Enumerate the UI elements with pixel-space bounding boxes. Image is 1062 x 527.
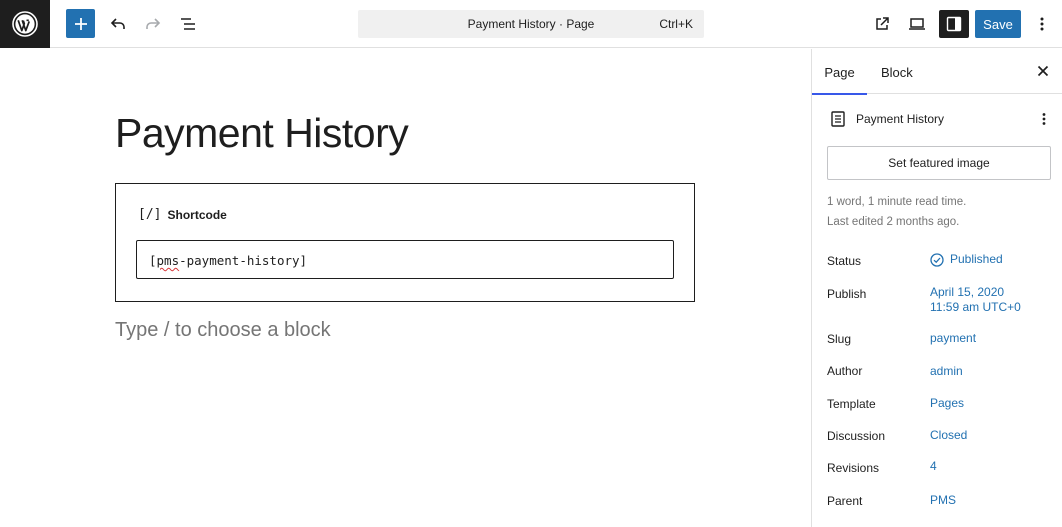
last-edited-text: Last edited 2 months ago. (827, 216, 960, 228)
shortcode-block-header: [/] Shortcode (138, 207, 227, 222)
published-check-icon (930, 252, 944, 267)
editor-header: Payment History · Page Ctrl+K Save (0, 0, 1062, 48)
status-label: Status (827, 254, 862, 268)
document-summary: Payment History (827, 109, 1052, 129)
tab-page[interactable]: Page (812, 49, 867, 95)
undo-icon (110, 18, 125, 29)
discussion-label: Discussion (827, 429, 886, 443)
template-label: Template (827, 397, 876, 411)
status-value-button[interactable]: Published (930, 252, 1003, 267)
status-value: Published (950, 252, 1003, 266)
preview-button[interactable] (901, 8, 933, 40)
shortcode-block[interactable]: [/] Shortcode [pms-payment-history] (115, 183, 695, 302)
slug-label: Slug (827, 332, 852, 346)
publish-label: Publish (827, 287, 867, 301)
template-value[interactable]: Pages (930, 396, 964, 411)
settings-sidebar: Page Block Payment History Set featured … (811, 49, 1062, 527)
shortcode-icon: [/] (138, 207, 162, 222)
shortcode-value-suffix: -payment-history] (179, 253, 308, 268)
set-featured-image-button[interactable]: Set featured image (827, 146, 1051, 180)
undo-button[interactable] (102, 8, 134, 40)
revisions-value[interactable]: 4 (930, 459, 937, 474)
close-sidebar-button[interactable] (1035, 63, 1051, 79)
document-actions-button[interactable] (1036, 109, 1052, 129)
block-appender-placeholder[interactable]: Type / to choose a block (115, 319, 331, 342)
list-view-button[interactable] (172, 8, 204, 40)
wordpress-logo-icon[interactable] (0, 0, 50, 48)
document-title: Payment History · Page (467, 17, 595, 31)
list-view-icon (181, 18, 195, 30)
settings-toggle-button[interactable] (939, 10, 969, 38)
view-page-button[interactable] (866, 8, 898, 40)
author-value[interactable]: admin (930, 364, 963, 379)
save-button[interactable]: Save (975, 10, 1021, 38)
options-button[interactable] (1027, 8, 1057, 40)
more-vertical-icon (1042, 113, 1046, 125)
shortcode-block-label: Shortcode (167, 207, 227, 222)
add-block-button[interactable] (66, 9, 95, 38)
sidebar-tabs: Page Block (812, 49, 1062, 95)
discussion-value[interactable]: Closed (930, 428, 967, 443)
post-title[interactable]: Payment History (115, 109, 409, 157)
shortcode-value-misspelled: pms (156, 253, 180, 268)
parent-value[interactable]: PMS (930, 493, 956, 508)
page-icon (831, 111, 845, 127)
sidebar-toggle-icon (946, 16, 962, 32)
document-title-label: Payment History (856, 112, 945, 126)
redo-button[interactable] (137, 8, 169, 40)
tab-block[interactable]: Block (881, 49, 913, 94)
read-time-text: 1 word, 1 minute read time. (827, 196, 967, 208)
close-icon (1037, 65, 1049, 77)
laptop-icon (909, 18, 925, 30)
publish-time: 11:59 am UTC+0 (930, 300, 1021, 314)
publish-date-button[interactable]: April 15, 2020 11:59 am UTC+0 (930, 285, 1021, 315)
editor-canvas: Payment History [/] Shortcode [pms-payme… (0, 49, 811, 527)
slug-value[interactable]: payment (930, 331, 976, 346)
more-vertical-icon (1040, 17, 1044, 31)
publish-date: April 15, 2020 (930, 285, 1005, 299)
redo-icon (146, 18, 161, 29)
plus-icon (74, 17, 87, 30)
external-link-icon (876, 17, 889, 30)
parent-label: Parent (827, 494, 863, 508)
shortcode-input[interactable]: [pms-payment-history] (136, 240, 674, 279)
command-palette-button[interactable]: Payment History · Page Ctrl+K (358, 10, 704, 38)
shortcode-value-prefix: [ (149, 253, 157, 268)
revisions-label: Revisions (827, 461, 880, 475)
keyboard-shortcut: Ctrl+K (659, 17, 693, 31)
author-label: Author (827, 364, 863, 378)
